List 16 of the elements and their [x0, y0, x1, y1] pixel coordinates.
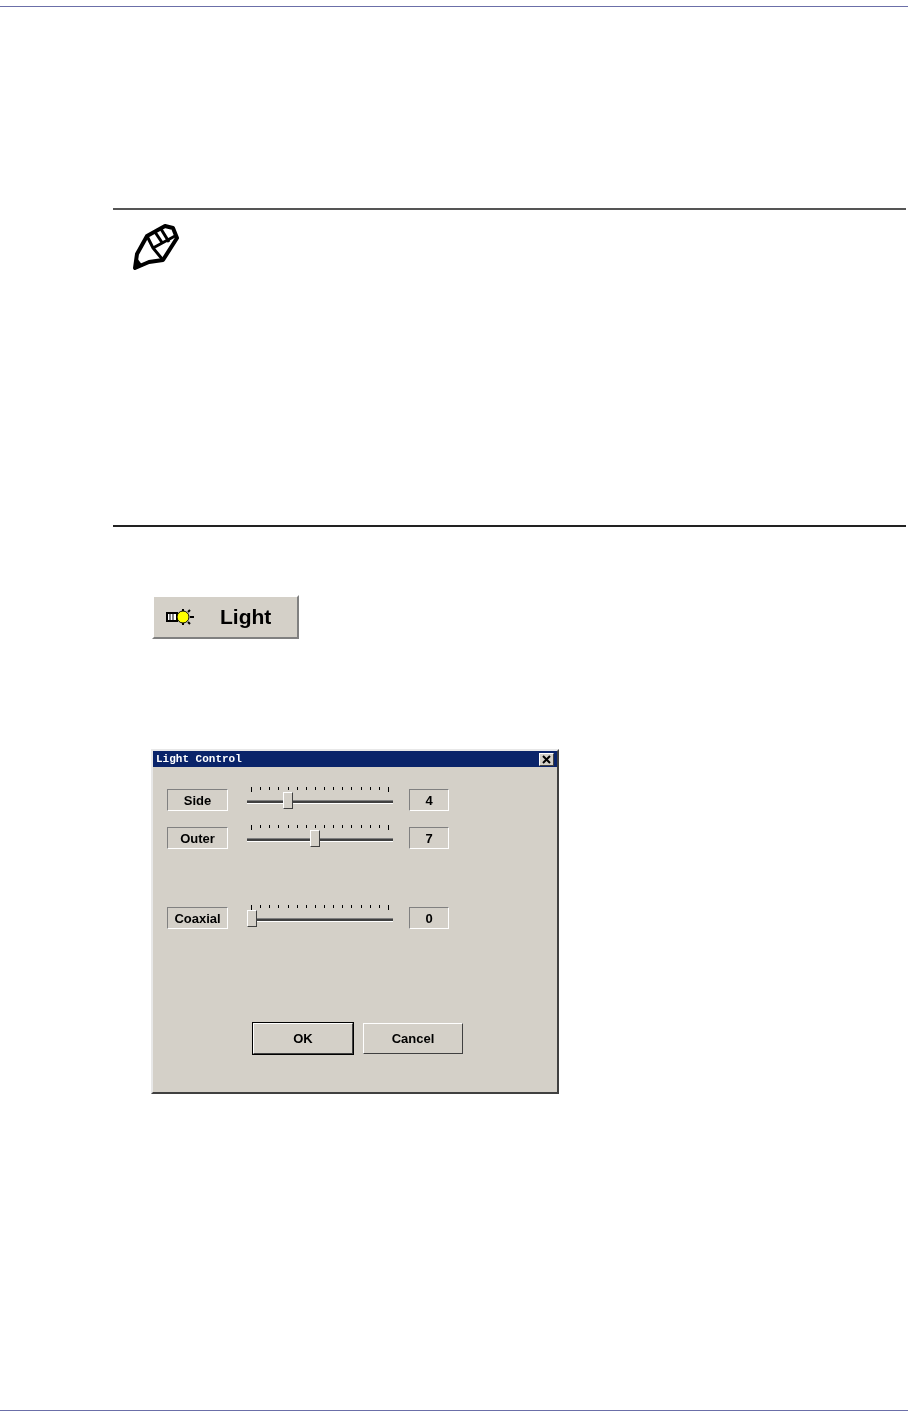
- slider-label: Outer: [167, 827, 228, 849]
- pencil-icon: [133, 224, 179, 270]
- value-readout: 4: [409, 789, 449, 811]
- slider-thumb[interactable]: [283, 792, 294, 809]
- value-readout: 7: [409, 827, 449, 849]
- cancel-button[interactable]: Cancel: [363, 1023, 463, 1054]
- ok-button[interactable]: OK: [253, 1023, 353, 1054]
- close-button[interactable]: [539, 752, 554, 766]
- value-readout: 0: [409, 907, 449, 929]
- slider-label: Coaxial: [167, 907, 228, 929]
- slider-thumb[interactable]: [310, 830, 321, 847]
- slider-thumb[interactable]: [247, 910, 257, 927]
- light-bulb-icon: [166, 608, 196, 626]
- slider-label: Side: [167, 789, 228, 811]
- light-button[interactable]: Light: [152, 595, 299, 639]
- window-title: Light Control: [156, 753, 242, 765]
